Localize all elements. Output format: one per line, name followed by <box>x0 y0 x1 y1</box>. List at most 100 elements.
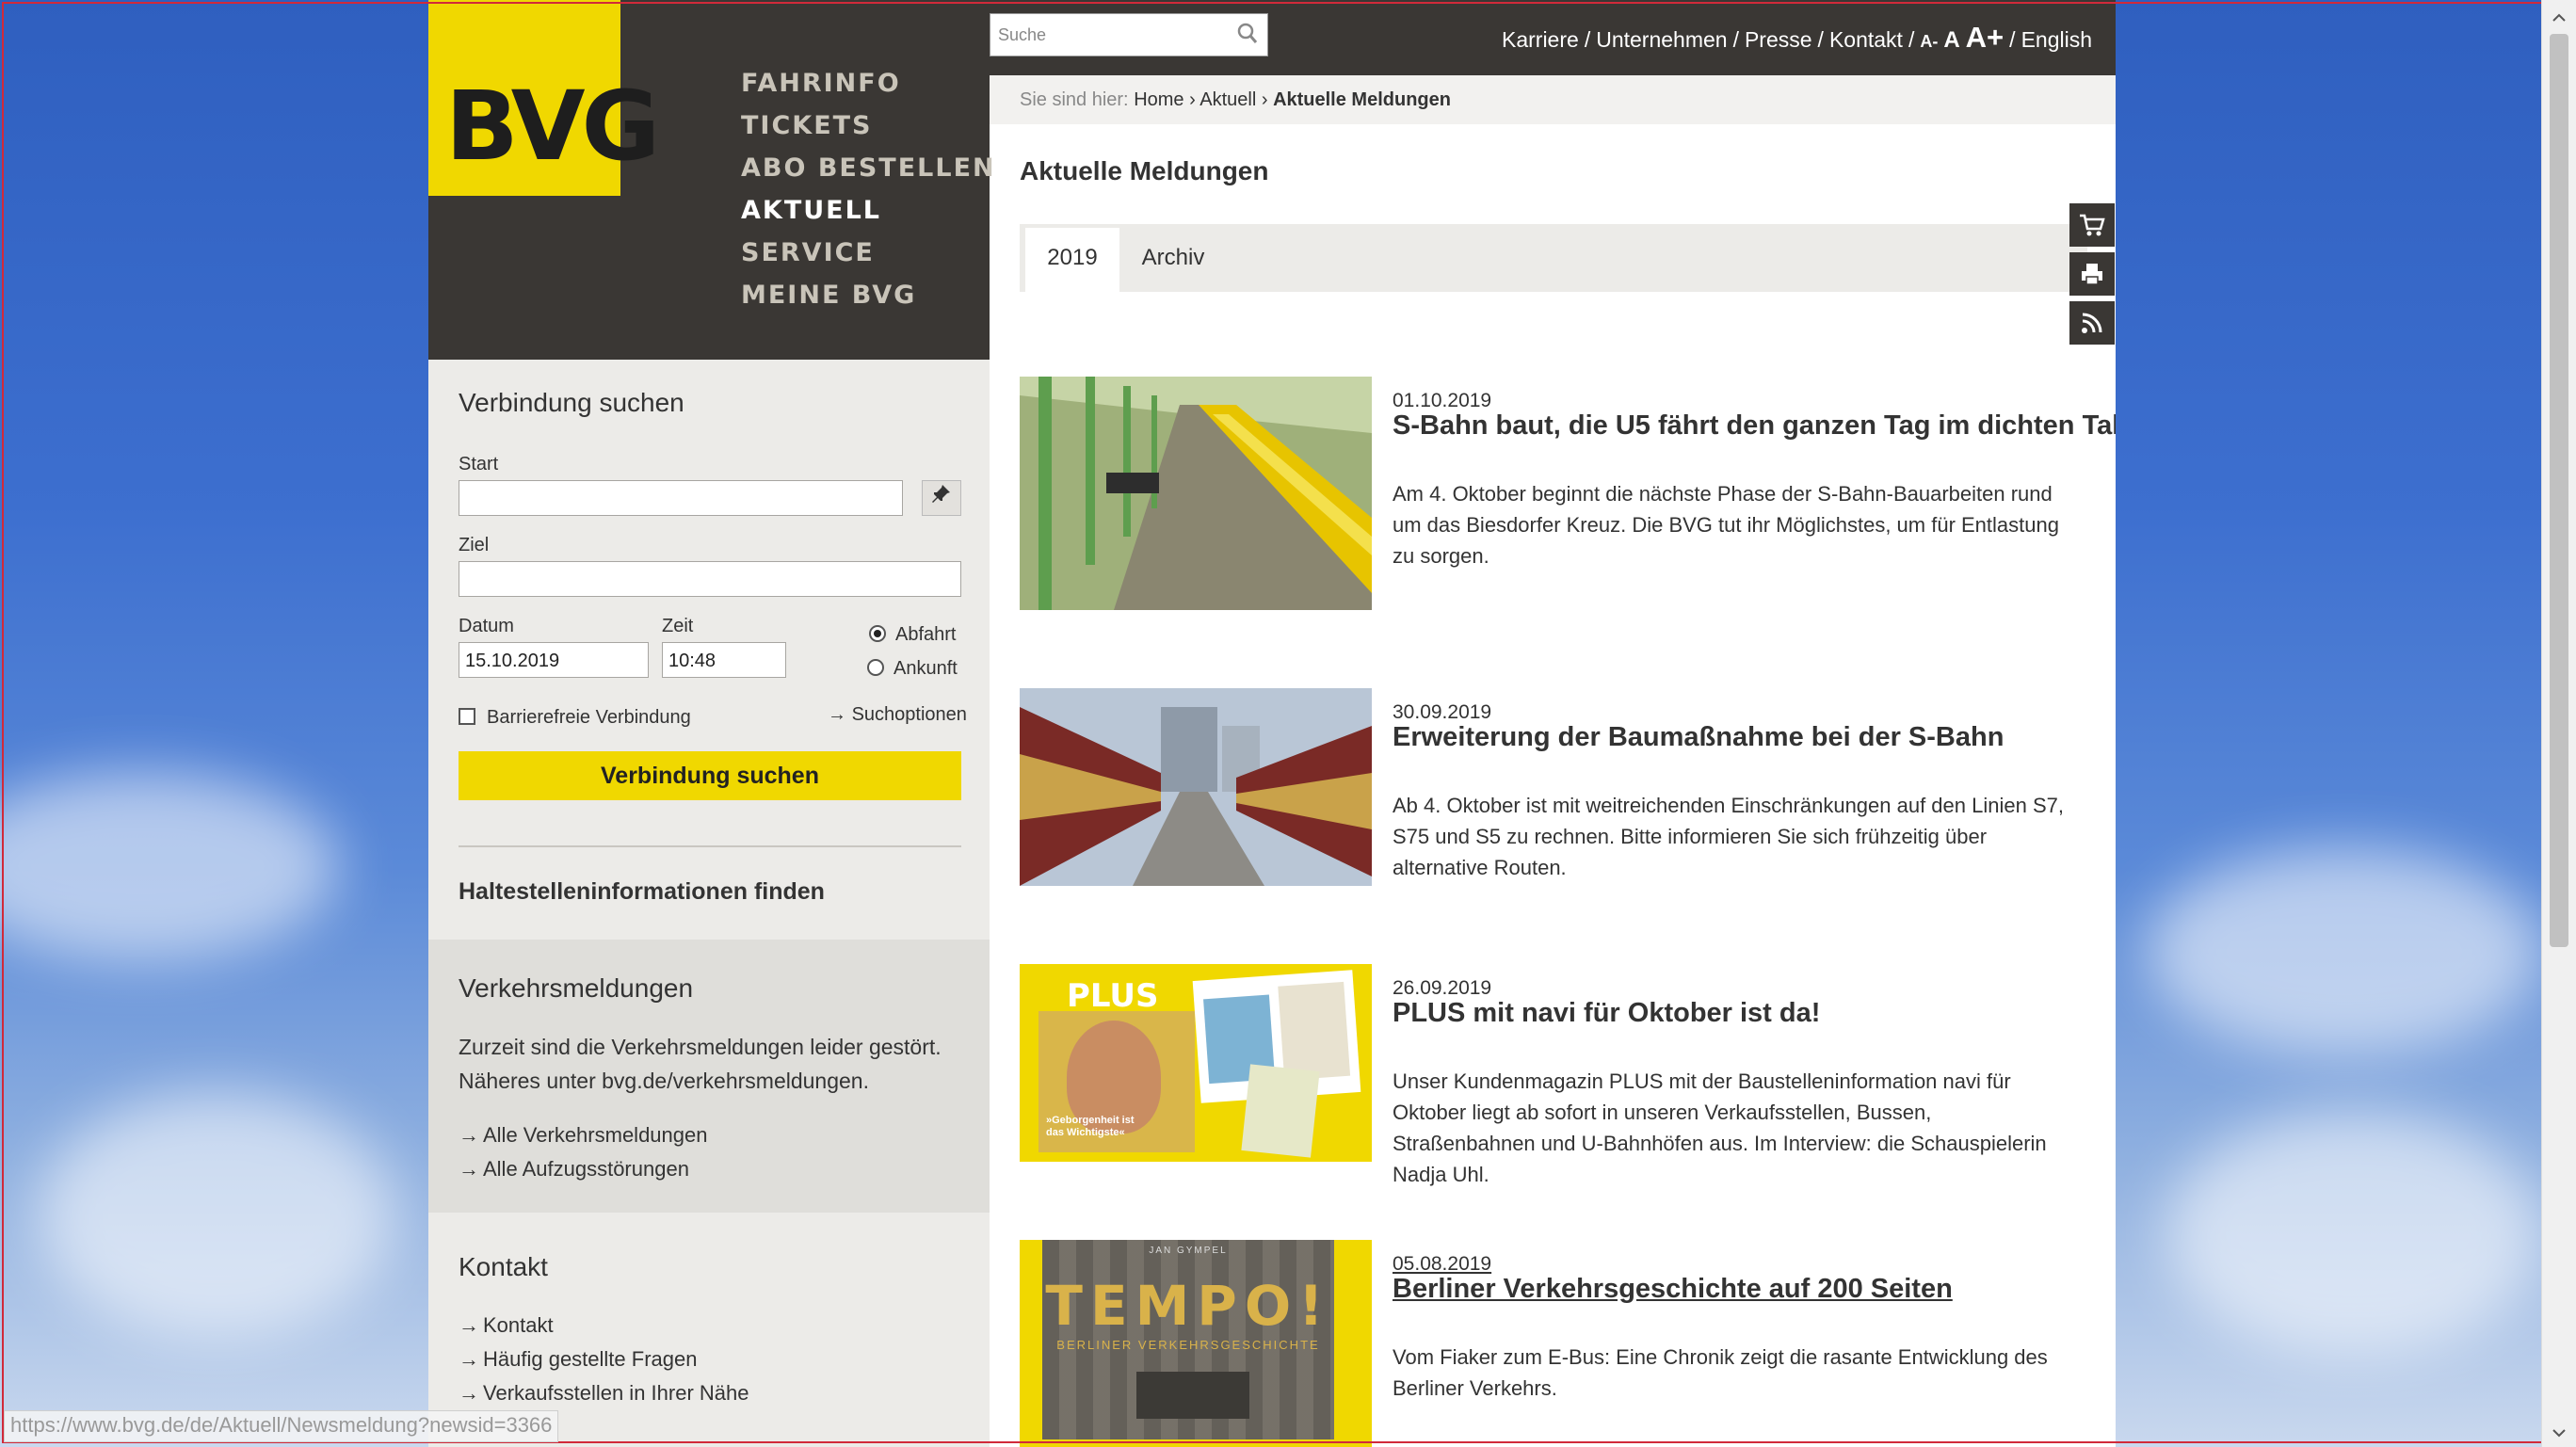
ziel-input[interactable] <box>459 561 961 597</box>
tab-archiv[interactable]: Archiv <box>1131 224 1216 292</box>
search-input[interactable]: Suche <box>998 25 1046 45</box>
news-item[interactable]: 30.09.2019 Erweiterung der Baumaßnahme b… <box>1020 688 2074 886</box>
news-thumbnail[interactable]: JAN GYMPEL TEMPO! BERLINER VERKEHRSGESCH… <box>1020 1240 1372 1447</box>
plus-magazine-cover: PLUS »Geborgenheit ist das Wichtigste« <box>1038 973 1195 1152</box>
link-alle-verkehrsmeldungen[interactable]: → Alle Verkehrsmeldungen <box>459 1118 707 1152</box>
breadcrumb-prefix: Sie sind hier: <box>1020 89 1129 110</box>
search-box[interactable]: Suche <box>990 13 1268 56</box>
connection-title: Verbindung suchen <box>459 388 684 417</box>
link-alle-aufzugsstoerungen[interactable]: → Alle Aufzugsstörungen <box>459 1152 707 1186</box>
rss-button[interactable] <box>2069 301 2115 345</box>
connection-search-box: Verbindung suchen Start Ziel Datum 15.10… <box>428 360 990 940</box>
ankunft-label: Ankunft <box>894 658 958 679</box>
book-subtitle: BERLINER VERKEHRSGESCHICHTE <box>1056 1338 1320 1352</box>
haltestellen-link[interactable]: Haltestelleninformationen finden <box>459 878 825 906</box>
chevron-down-icon <box>2552 1429 2566 1438</box>
traffic-news-box: Verkehrsmeldungen Zurzeit sind die Verke… <box>428 940 990 1213</box>
abfahrt-label: Abfahrt <box>895 624 957 645</box>
start-input[interactable] <box>459 480 903 516</box>
vertical-scrollbar[interactable] <box>2541 0 2576 1447</box>
news-headline[interactable]: Erweiterung der Baumaßnahme bei der S-Ba… <box>1393 722 2004 753</box>
link-label: Kontakt <box>483 1313 554 1337</box>
news-date[interactable]: 05.08.2019 <box>1393 1253 1491 1276</box>
verbindung-suchen-button[interactable]: Verbindung suchen <box>459 751 961 800</box>
nav-item-aktuell[interactable]: AKTUELL <box>741 189 996 232</box>
abfahrt-radio[interactable] <box>869 625 886 642</box>
page-title: Aktuelle Meldungen <box>1020 156 1269 185</box>
print-button[interactable] <box>2069 252 2115 296</box>
ziel-label: Ziel <box>459 535 490 555</box>
news-teaser: Ab 4. Oktober ist mit weitreichenden Ein… <box>1393 794 2064 879</box>
year-tabs: 2019 Archiv <box>1020 224 2087 292</box>
location-pin-button[interactable] <box>922 480 961 516</box>
logo-text: BVG <box>445 71 660 183</box>
ankunft-radio[interactable] <box>867 659 884 676</box>
news-date: 26.09.2019 <box>1393 977 1492 999</box>
left-column: BVG FAHRINFO TICKETS ABO BESTELLEN AKTUE… <box>428 0 994 1447</box>
link-label: Alle Aufzugsstörungen <box>483 1157 689 1181</box>
news-thumbnail[interactable] <box>1020 688 1372 886</box>
meta-link-english[interactable]: English <box>2021 27 2092 53</box>
suchoptionen-link[interactable]: → Suchoptionen <box>828 704 967 726</box>
meta-separator: / <box>1817 27 1824 52</box>
news-teaser: Am 4. Oktober beginnt die nächste Phase … <box>1393 482 2059 568</box>
meta-link-presse[interactable]: Presse <box>1745 27 1812 53</box>
link-verkaufsstellen[interactable]: → Verkaufsstellen in Ihrer Nähe <box>459 1376 749 1410</box>
scroll-down-arrow[interactable] <box>2542 1415 2576 1447</box>
meta-separator: / <box>2009 27 2016 52</box>
link-kontakt[interactable]: → Kontakt <box>459 1309 749 1342</box>
link-label: Alle Verkehrsmeldungen <box>483 1123 708 1147</box>
news-thumbnail[interactable] <box>1020 377 1372 610</box>
scrollbar-thumb[interactable] <box>2550 34 2568 947</box>
scroll-up-arrow[interactable] <box>2542 0 2576 32</box>
barrierefrei-checkbox[interactable] <box>459 708 475 725</box>
font-size-small-button[interactable]: A- <box>1920 32 1938 52</box>
top-bar: Suche Karriere / Unternehmen / Presse / … <box>990 0 2116 75</box>
zeit-input[interactable]: 10:48 <box>662 642 786 678</box>
news-headline[interactable]: Berliner Verkehrsgeschichte auf 200 Seit… <box>1393 1274 1953 1305</box>
header-left: BVG FAHRINFO TICKETS ABO BESTELLEN AKTUE… <box>428 0 994 360</box>
link-faq[interactable]: → Häufig gestellte Fragen <box>459 1342 749 1376</box>
pin-icon <box>932 485 950 503</box>
book-title: TEMPO! <box>1045 1274 1331 1338</box>
bvg-logo[interactable]: BVG <box>428 0 660 196</box>
font-size-large-button[interactable]: A+ <box>1966 21 2004 55</box>
news-headline[interactable]: PLUS mit navi für Oktober ist da! <box>1393 998 1820 1029</box>
nav-item-meine-bvg[interactable]: MEINE BVG <box>741 274 996 316</box>
browser-status-url: https://www.bvg.de/de/Aktuell/Newsmeldun… <box>4 1410 559 1442</box>
nav-item-service[interactable]: SERVICE <box>741 232 996 274</box>
kontakt-links: → Kontakt → Häufig gestellte Fragen → Verka… <box>459 1309 749 1410</box>
breadcrumb-home[interactable]: Home <box>1134 89 1183 110</box>
nav-item-tickets[interactable]: TICKETS <box>741 105 996 147</box>
kontakt-title: Kontakt <box>459 1252 548 1281</box>
nav-item-abo-bestellen[interactable]: ABO BESTELLEN <box>741 147 996 189</box>
verkehr-links: → Alle Verkehrsmeldungen → Alle Aufzugsstö… <box>459 1118 707 1186</box>
news-item[interactable]: JAN GYMPEL TEMPO! BERLINER VERKEHRSGESCH… <box>1020 1240 2074 1447</box>
nav-item-fahrinfo[interactable]: FAHRINFO <box>741 62 996 105</box>
barrierefrei-label: Barrierefreie Verbindung <box>487 707 691 728</box>
breadcrumb-aktuell[interactable]: Aktuell <box>1199 89 1256 110</box>
news-thumbnail[interactable]: PLUS »Geborgenheit ist das Wichtigste« <box>1020 964 1372 1162</box>
meta-link-unternehmen[interactable]: Unternehmen <box>1596 27 1727 53</box>
tab-2019[interactable]: 2019 <box>1025 224 1119 292</box>
rss-icon <box>2082 313 2102 333</box>
news-headline[interactable]: S-Bahn baut, die U5 fährt den ganzen Tag… <box>1393 410 2116 442</box>
meta-separator: / <box>1584 27 1591 52</box>
breadcrumb-sep: › <box>1261 89 1268 110</box>
page: BVG FAHRINFO TICKETS ABO BESTELLEN AKTUE… <box>428 0 2116 1447</box>
arrow-right-icon: → <box>459 1347 479 1371</box>
verkehr-text: Zurzeit sind die Verkehrsmeldungen leide… <box>459 1035 942 1093</box>
start-label: Start <box>459 454 499 474</box>
suchoptionen-label: Suchoptionen <box>851 704 967 725</box>
meta-link-karriere[interactable]: Karriere <box>1502 27 1579 53</box>
news-date: 01.10.2019 <box>1393 390 1492 411</box>
search-icon[interactable] <box>1235 20 1260 48</box>
cart-icon <box>2080 214 2105 236</box>
news-item[interactable]: PLUS »Geborgenheit ist das Wichtigste« 2… <box>1020 964 2074 1186</box>
cart-button[interactable] <box>2069 203 2115 247</box>
meta-link-kontakt[interactable]: Kontakt <box>1829 27 1903 53</box>
tempo-book-cover: JAN GYMPEL TEMPO! BERLINER VERKEHRSGESCH… <box>1042 1240 1334 1439</box>
font-size-normal-button[interactable]: A <box>1943 27 1959 54</box>
news-item[interactable]: 01.10.2019 S-Bahn baut, die U5 fährt den… <box>1020 377 2116 610</box>
datum-input[interactable]: 15.10.2019 <box>459 642 649 678</box>
